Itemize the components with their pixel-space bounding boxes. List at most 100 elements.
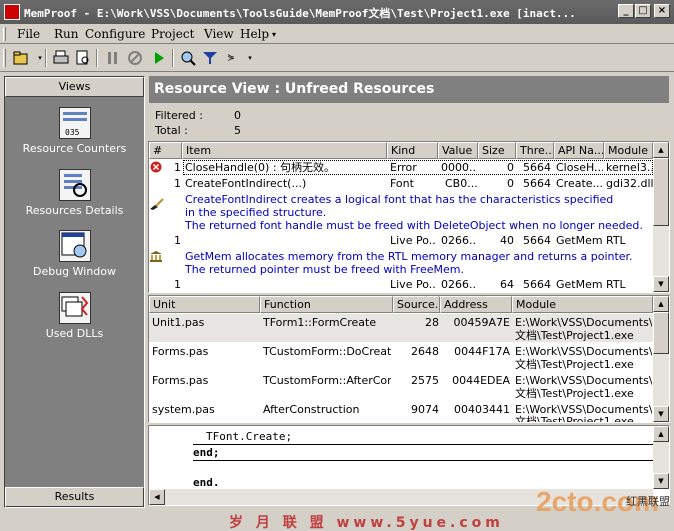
menu-overflow-chevron-icon[interactable]: ▾ bbox=[272, 30, 276, 39]
nav-used-dlls[interactable]: Used DLLs bbox=[5, 292, 144, 340]
menu-grip bbox=[3, 27, 6, 41]
results-footer[interactable]: Results bbox=[5, 487, 144, 507]
scroll-up-icon[interactable]: ▲ bbox=[653, 296, 669, 312]
note-line: in the specified structure. bbox=[185, 206, 327, 219]
cell-value: 0266... bbox=[441, 234, 477, 247]
scroll-left-icon[interactable]: ◀ bbox=[149, 489, 165, 505]
corner-watermark: 红黑联盟 bbox=[626, 495, 670, 508]
cell-address: 00459A7E bbox=[453, 316, 510, 329]
cell-stack-module: E:\Work\VSS\Documents\T bbox=[515, 374, 652, 387]
cell-stack-module: E:\Work\VSS\Documents\T bbox=[515, 316, 652, 329]
menu-help[interactable]: Help bbox=[240, 27, 269, 41]
nav-debug-window[interactable]: Debug Window bbox=[5, 230, 144, 278]
pause-icon[interactable] bbox=[104, 49, 122, 67]
views-bar: Views 035 Resource Counters Resources De… bbox=[4, 76, 145, 508]
stop-icon[interactable] bbox=[126, 49, 144, 67]
nav-resources-details[interactable]: Resources Details bbox=[5, 169, 144, 217]
col-size[interactable]: Size bbox=[478, 142, 516, 159]
cell-address: 0044EDEA bbox=[452, 374, 510, 387]
scroll-up-icon[interactable]: ▲ bbox=[653, 426, 669, 442]
cell-source-line: 2575 bbox=[411, 374, 439, 387]
scroll-thumb[interactable] bbox=[653, 158, 669, 226]
print-preview-icon[interactable] bbox=[74, 49, 92, 67]
app-icon bbox=[4, 4, 20, 20]
note-line: GetMem allocates memory from the RTL mem… bbox=[185, 250, 633, 263]
col-number[interactable]: # bbox=[149, 142, 182, 159]
filter-summary: Filtered : 0 Total : 5 bbox=[150, 104, 668, 140]
current-line-marker bbox=[193, 460, 653, 461]
col-kind[interactable]: Kind bbox=[387, 142, 438, 159]
scroll-down-icon[interactable]: ▼ bbox=[653, 276, 669, 292]
close-button[interactable]: × bbox=[654, 4, 670, 18]
col-unit[interactable]: Unit bbox=[149, 296, 260, 313]
resources-vertical-scrollbar[interactable]: ▲ ▼ bbox=[653, 142, 669, 292]
cell-stack-module-cont: 文档\Test\Project1.exe bbox=[515, 415, 634, 422]
col-function[interactable]: Function bbox=[260, 296, 393, 313]
cell-item: CreateFontIndirect(...) bbox=[185, 177, 307, 190]
resources-grid-header: # Item Kind Value Size Thre... API Na...… bbox=[149, 142, 653, 159]
col-api-name[interactable]: API Na... bbox=[554, 142, 604, 159]
call-stack-grid: Unit Function Source... Address Module U… bbox=[148, 295, 670, 423]
col-address[interactable]: Address bbox=[440, 296, 512, 313]
col-stack-module[interactable]: Module bbox=[512, 296, 653, 313]
cell-thread: 5664 bbox=[523, 177, 551, 190]
menu-file[interactable]: File bbox=[17, 27, 40, 41]
col-thread[interactable]: Thre... bbox=[516, 142, 554, 159]
views-header[interactable]: Views bbox=[5, 77, 144, 97]
cell-number: 1 bbox=[174, 177, 181, 190]
cell-value: 0266... bbox=[441, 278, 477, 291]
nav-resource-counters[interactable]: 035 Resource Counters bbox=[5, 107, 144, 155]
cell-size: 0 bbox=[507, 177, 514, 190]
col-item[interactable]: Item bbox=[182, 142, 387, 159]
toolbar-overflow-chevron-icon[interactable]: ▾ bbox=[241, 49, 259, 67]
col-value[interactable]: Value bbox=[438, 142, 478, 159]
call-stack-vertical-scrollbar[interactable]: ▲ ▼ bbox=[653, 296, 669, 422]
menu-project[interactable]: Project bbox=[151, 27, 194, 41]
source-vertical-scrollbar[interactable]: ▲ ▼ bbox=[653, 426, 669, 489]
scroll-up-icon[interactable]: ▲ bbox=[653, 142, 669, 158]
cell-thread: 5664 bbox=[523, 234, 551, 247]
scroll-thumb[interactable] bbox=[653, 312, 669, 354]
col-module[interactable]: Module bbox=[604, 142, 653, 159]
open-icon[interactable] bbox=[12, 49, 30, 67]
view-title: Resource View : Unfreed Resources bbox=[149, 76, 669, 103]
cell-stack-module: E:\Work\VSS\Documents\T bbox=[515, 345, 652, 358]
search-db-icon[interactable] bbox=[179, 49, 197, 67]
cell-size: 40 bbox=[500, 234, 514, 247]
toolbar-separator bbox=[45, 49, 47, 67]
used-dlls-icon bbox=[58, 292, 91, 324]
cell-number: 1 bbox=[174, 161, 181, 174]
cell-kind: Error bbox=[390, 161, 417, 174]
current-line-marker bbox=[193, 444, 653, 445]
menu-bar: File Run Configure Project View Help ▾ bbox=[0, 24, 674, 44]
cell-unit: Unit1.pas bbox=[152, 316, 205, 329]
menu-run[interactable]: Run bbox=[54, 27, 79, 41]
filtered-label: Filtered : bbox=[155, 109, 203, 122]
cell-module: kernel3... bbox=[606, 161, 653, 174]
menu-view[interactable]: View bbox=[204, 27, 234, 41]
cell-thread: 5664 bbox=[523, 161, 551, 174]
total-label: Total : bbox=[155, 124, 188, 137]
total-value: 5 bbox=[234, 124, 241, 137]
resources-details-icon bbox=[58, 169, 91, 201]
source-line: end. bbox=[193, 476, 220, 489]
note-line: CreateFontIndirect creates a logical fon… bbox=[185, 193, 614, 206]
scroll-down-icon[interactable]: ▼ bbox=[653, 406, 669, 422]
cell-module: gdi32.dll bbox=[606, 177, 653, 190]
filter-icon[interactable] bbox=[201, 49, 219, 67]
menu-configure[interactable]: Configure bbox=[85, 27, 145, 41]
cell-api: Create... bbox=[556, 177, 603, 190]
col-source-line[interactable]: Source... bbox=[393, 296, 440, 313]
cell-module: RTL bbox=[606, 278, 626, 291]
print-icon[interactable] bbox=[52, 49, 70, 67]
run-icon[interactable] bbox=[150, 49, 168, 67]
toolbar-separator bbox=[172, 49, 174, 67]
cell-item: CloseHandle(0) : 句柄无效。 bbox=[185, 161, 336, 174]
nav-label: Resources Details bbox=[25, 204, 124, 217]
bank-icon bbox=[149, 250, 165, 266]
cell-value: CB0... bbox=[445, 177, 477, 190]
options-icon[interactable]: ⋟ bbox=[222, 49, 240, 67]
minimize-button[interactable]: _ bbox=[618, 4, 634, 18]
error-icon bbox=[150, 161, 164, 177]
maximize-button[interactable]: □ bbox=[635, 4, 651, 18]
